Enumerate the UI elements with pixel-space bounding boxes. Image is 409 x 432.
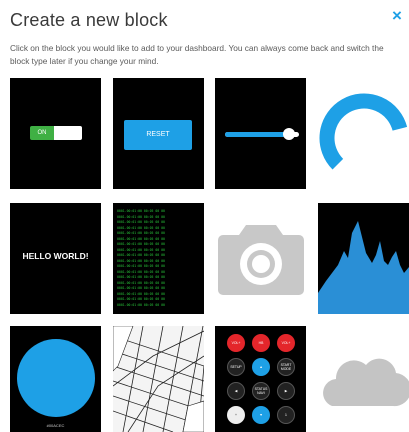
dialog-description: Click on the block you would like to add… [10, 43, 384, 66]
remote-pad-button: STATUS NAVI [252, 382, 270, 400]
block-switch[interactable]: ON [10, 78, 101, 189]
remote-pad-button: + [227, 406, 245, 424]
gauge-graphic [319, 93, 409, 170]
reset-button-preview: RESET [124, 120, 192, 150]
remote-pad-button: 1 [277, 406, 295, 424]
slider-knob [283, 128, 296, 140]
cloud-icon [323, 358, 409, 407]
switch-toggle: ON [30, 126, 82, 140]
remote-pad-button: HB [252, 334, 270, 352]
remote-pad-button: START MODE [277, 358, 295, 376]
remote-pad-button: ▶ [277, 382, 295, 400]
camera-icon [218, 225, 304, 295]
text-preview: HELLO WORLD! [22, 251, 89, 261]
block-gauge[interactable] [318, 78, 409, 189]
remote-pad-button: VOL+ [227, 334, 245, 352]
block-terminal[interactable]: 0001.00:01:00 00:05 00 00 0001.00:01:00 … [113, 203, 204, 314]
block-map[interactable] [113, 326, 204, 432]
slider-fill [225, 132, 290, 137]
block-area-chart[interactable] [318, 203, 409, 314]
block-text[interactable]: HELLO WORLD! [10, 203, 101, 314]
area-chart-graphic [318, 221, 409, 314]
dialog-title: Create a new block [10, 10, 168, 30]
color-code-label: #00ACEC [46, 423, 65, 428]
block-remote[interactable]: VOL+ HB VOL+ SETUP ▲ START MODE ◀ STATUS NAVI ▶ +… [215, 326, 306, 432]
close-icon[interactable]: × [389, 7, 405, 24]
remote-pad-button: ▼ [252, 406, 270, 424]
block-color-circle[interactable]: #00ACEC [10, 326, 101, 432]
remote-pad-button: ◀ [227, 382, 245, 400]
remote-pad-button: VOL+ [277, 334, 295, 352]
block-camera[interactable] [215, 203, 306, 314]
block-button[interactable]: RESET [113, 78, 204, 189]
switch-off-area [54, 126, 82, 140]
switch-on-label: ON [30, 126, 54, 140]
terminal-output: 0001.00:01:00 00:05 00 00 0001.00:01:00 … [117, 209, 165, 307]
remote-pad-button: ▲ [252, 358, 270, 376]
block-slider[interactable] [215, 78, 306, 189]
color-circle-graphic [17, 339, 95, 417]
map-graphic [113, 326, 204, 432]
remote-pad-button: SETUP [227, 358, 245, 376]
block-cloud[interactable] [318, 326, 409, 432]
